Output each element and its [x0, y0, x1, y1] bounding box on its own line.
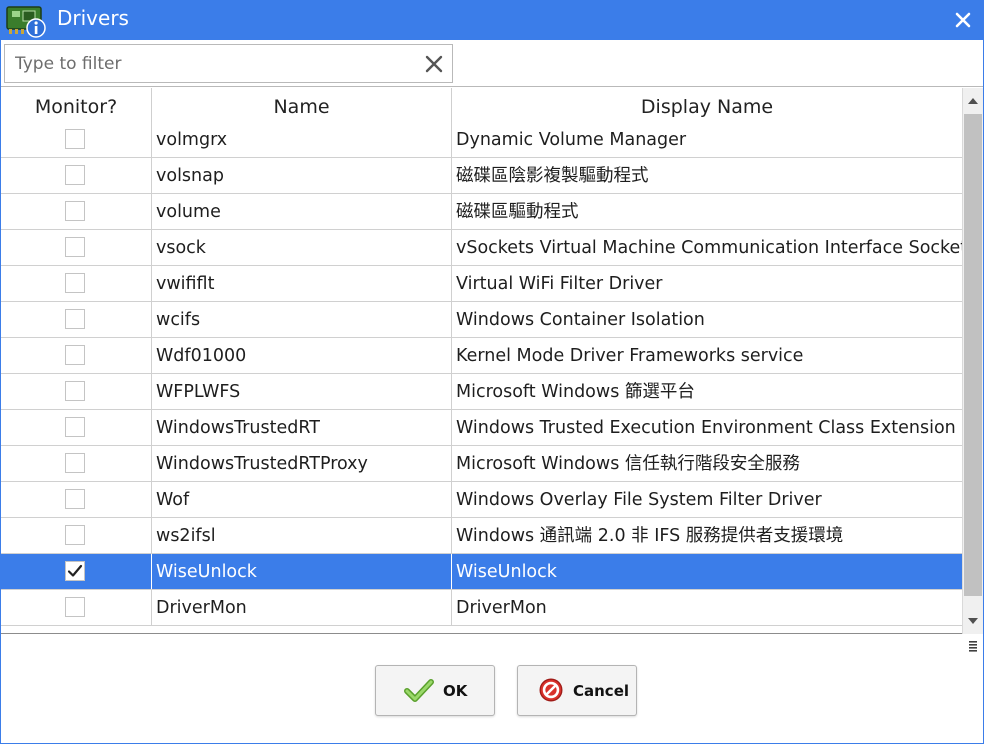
monitor-checkbox[interactable] [65, 273, 85, 293]
name-cell: volume [152, 194, 452, 229]
display-name-cell: Windows Overlay File System Filter Drive… [456, 490, 822, 510]
display-name-cell: Windows Container Isolation [456, 310, 705, 330]
table-row[interactable]: Wdf01000 Kernel Mode Driver Frameworks se… [1, 338, 962, 374]
monitor-cell [1, 122, 152, 157]
table-row[interactable]: vwififlt Virtual WiFi Filter Driver [1, 266, 962, 302]
monitor-checkbox[interactable] [65, 309, 85, 329]
name-cell: WindowsTrustedRT [152, 410, 452, 445]
display-name-cell: Microsoft Windows 信任執行階段安全服務 [456, 454, 800, 474]
green-check-icon [404, 679, 434, 702]
filter-bar [1, 40, 983, 87]
table-row[interactable]: wcifs Windows Container Isolation [1, 302, 962, 338]
display-name-cell: Dynamic Volume Manager [456, 130, 687, 150]
display-name-cell: WiseUnlock [456, 562, 557, 582]
table-row[interactable]: Wof Windows Overlay File System Filter Dr… [1, 482, 962, 518]
name-cell: vwififlt [152, 266, 452, 301]
cancel-button[interactable]: Cancel [517, 665, 637, 716]
table-row[interactable]: WindowsTrustedRT Windows Trusted Executio… [1, 410, 962, 446]
cancel-button-label: Cancel [573, 682, 630, 700]
display-name-cell: 磁碟區驅動程式 [456, 202, 579, 222]
monitor-checkbox-checked[interactable] [65, 561, 85, 581]
monitor-cell [1, 410, 152, 445]
monitor-checkbox[interactable] [65, 525, 85, 545]
name-cell: wcifs [152, 302, 452, 337]
filter-input[interactable] [5, 45, 415, 82]
display-name-cell: Windows 通訊端 2.0 非 IFS 服務提供者支援環境 [456, 526, 844, 546]
monitor-cell [1, 590, 152, 625]
grid-header: Monitor? Name Display Name [1, 88, 962, 124]
scroll-up-arrow-icon[interactable] [963, 88, 983, 114]
column-header-name[interactable]: Name [152, 88, 452, 124]
close-icon[interactable] [947, 4, 979, 36]
table-row[interactable]: WFPLWFS Microsoft Windows 篩選平台 [1, 374, 962, 410]
checkmark-icon [67, 564, 83, 577]
monitor-cell [1, 302, 152, 337]
monitor-cell [1, 230, 152, 265]
scrollbar-grip-icon [969, 641, 977, 652]
name-cell: Wof [152, 482, 452, 517]
monitor-checkbox[interactable] [65, 453, 85, 473]
scrollbar-thumb[interactable] [964, 114, 982, 596]
title-bar: Drivers [1, 0, 984, 40]
monitor-cell [1, 554, 152, 589]
name-cell: WiseUnlock [152, 554, 452, 589]
drivers-grid: Monitor? Name Display Name volmgrx Dynami… [1, 88, 962, 634]
monitor-cell [1, 158, 152, 193]
drivers-dialog: Drivers Monitor? Name Display Name volmg… [0, 0, 984, 744]
drivers-app-icon [6, 6, 46, 38]
monitor-checkbox[interactable] [65, 417, 85, 437]
clear-filter-icon[interactable] [424, 54, 444, 74]
vertical-scrollbar[interactable] [962, 88, 983, 652]
table-row[interactable]: vsock vSockets Virtual Machine Communicat… [1, 230, 962, 266]
table-row[interactable]: volmgrx Dynamic Volume Manager [1, 122, 962, 158]
name-cell: DriverMon [152, 590, 452, 625]
display-name-cell: Microsoft Windows 篩選平台 [456, 382, 695, 402]
monitor-cell [1, 374, 152, 409]
name-cell: volmgrx [152, 122, 452, 157]
filter-box [4, 44, 453, 83]
table-row[interactable]: volsnap 磁碟區陰影複製驅動程式 [1, 158, 962, 194]
name-cell: vsock [152, 230, 452, 265]
monitor-checkbox[interactable] [65, 165, 85, 185]
table-row[interactable]: volume 磁碟區驅動程式 [1, 194, 962, 230]
monitor-checkbox[interactable] [65, 345, 85, 365]
name-cell: ws2ifsl [152, 518, 452, 553]
table-row[interactable]: WindowsTrustedRTProxy Microsoft Windows 信… [1, 446, 962, 482]
monitor-checkbox[interactable] [65, 597, 85, 617]
name-cell: volsnap [152, 158, 452, 193]
monitor-cell [1, 266, 152, 301]
monitor-cell [1, 446, 152, 481]
display-name-cell: Kernel Mode Driver Frameworks service [456, 346, 804, 366]
name-cell: Wdf01000 [152, 338, 452, 373]
name-cell: WFPLWFS [152, 374, 452, 409]
monitor-cell [1, 482, 152, 517]
display-name-cell: Virtual WiFi Filter Driver [456, 274, 663, 294]
monitor-checkbox[interactable] [65, 237, 85, 257]
monitor-checkbox[interactable] [65, 201, 85, 221]
monitor-cell [1, 338, 152, 373]
monitor-checkbox[interactable] [65, 129, 85, 149]
column-header-display-name[interactable]: Display Name [452, 88, 962, 124]
display-name-cell: Windows Trusted Execution Environment Cl… [456, 418, 956, 438]
column-header-monitor[interactable]: Monitor? [1, 88, 152, 124]
display-name-cell: 磁碟區陰影複製驅動程式 [456, 166, 649, 186]
name-cell: WindowsTrustedRTProxy [152, 446, 452, 481]
ok-button[interactable]: OK [375, 665, 495, 716]
ok-button-label: OK [443, 682, 468, 700]
red-no-icon [539, 678, 563, 702]
table-row[interactable]: ws2ifsl Windows 通訊端 2.0 非 IFS 服務提供者支援環境 [1, 518, 962, 554]
scroll-down-arrow-icon[interactable] [963, 608, 983, 634]
display-name-cell: DriverMon [456, 598, 547, 618]
display-name-cell: vSockets Virtual Machine Communication I… [456, 238, 962, 258]
monitor-checkbox[interactable] [65, 489, 85, 509]
table-row[interactable]: DriverMon DriverMon [1, 590, 962, 626]
monitor-cell [1, 194, 152, 229]
table-row[interactable]: WiseUnlock WiseUnlock [1, 554, 962, 590]
window-title: Drivers [57, 6, 129, 30]
monitor-checkbox[interactable] [65, 381, 85, 401]
monitor-cell [1, 518, 152, 553]
